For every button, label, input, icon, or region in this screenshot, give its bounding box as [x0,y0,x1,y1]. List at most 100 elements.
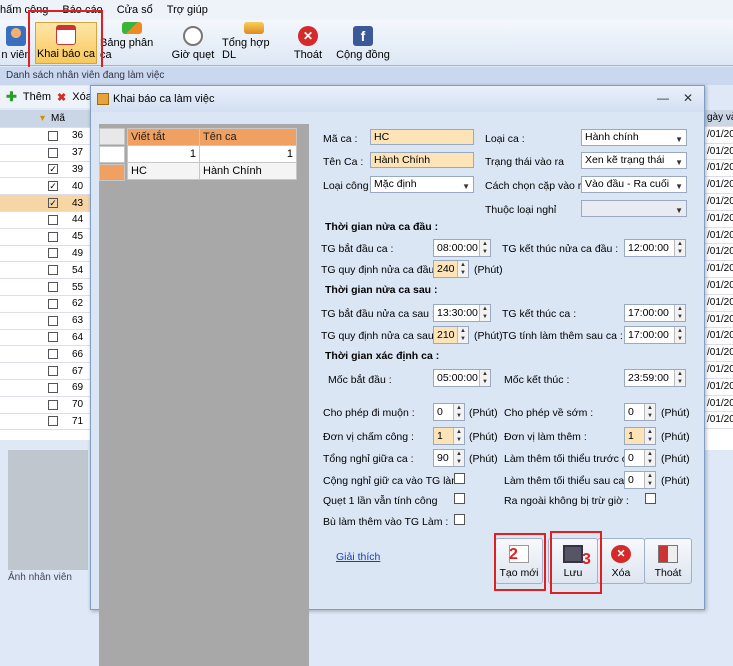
cach-chon-select[interactable]: Vào đầu - Ra cuối ▼ [581,176,687,193]
toolbar-tong-hop-dl-button[interactable]: Tổng hợp DL [222,22,286,64]
table-row[interactable]: ✓ 43 [0,195,94,212]
row-checkbox[interactable] [48,416,58,427]
table-row[interactable]: 37 [0,145,94,162]
minimize-icon[interactable]: — [657,91,669,105]
filter-cell[interactable]: 1 [127,145,200,163]
dv-lam-them-input[interactable]: 1 ▲ ▼ [624,427,656,445]
trang-thai-select[interactable]: Xen kẽ trạng thái ▼ [581,152,687,169]
table-row[interactable]: 55 [0,279,94,296]
table-row[interactable]: 66 [0,346,94,364]
tg-bd-nua-ca-sau-input[interactable]: 13:30:00 ▲ ▼ [433,304,491,322]
spinner-arrows-icon[interactable]: ▲ ▼ [453,450,464,466]
spinner-arrows-icon[interactable]: ▲ ▼ [674,327,685,343]
toolbar-cong-dong-button[interactable]: f Cộng đồng [334,22,392,64]
add-button[interactable]: Thêm [23,91,51,103]
spinner-arrows-icon[interactable]: ▲ ▼ [457,261,468,277]
table-row[interactable]: ✓ 39 [0,162,94,179]
ma-ca-input[interactable]: HC [370,129,474,145]
tg-bat-dau-ca-input[interactable]: 08:00:00 ▲ ▼ [433,239,491,257]
table-row[interactable]: 62 [0,296,94,313]
table-row[interactable]: HC Hành Chính [127,162,297,180]
col-header-ten-ca[interactable]: Tên ca [199,128,297,146]
table-row[interactable]: 71 [0,414,94,431]
toolbar-gio-quet-button[interactable]: Giờ quẹt [170,22,216,64]
row-checkbox[interactable] [48,282,58,293]
filter-dropdown-icon[interactable]: ▾ [40,113,45,124]
spinner-arrows-icon[interactable]: ▲ ▼ [674,305,685,321]
table-row[interactable]: 64 [0,330,94,347]
tg-kt-ca-input[interactable]: 17:00:00 ▲ ▼ [624,304,686,322]
table-row[interactable]: 44 [0,212,94,229]
table-row[interactable]: 36 [0,128,94,145]
giai-thich-link[interactable]: Giải thích [336,551,380,563]
toolbar-bang-phan-ca-button[interactable]: Bảng phân ca [100,22,164,64]
table-row[interactable]: 49 [0,246,94,263]
menu-tro-giup[interactable]: Trợ giúp [167,4,208,16]
loai-ca-select[interactable]: Hành chính ▼ [581,129,687,146]
xoa-button[interactable]: ✕ Xóa [597,538,645,584]
toolbar-thoat-button[interactable]: ✕ Thoát [290,22,326,64]
row-checkbox[interactable] [48,248,58,259]
tg-tinh-lam-them-input[interactable]: 17:00:00 ▲ ▼ [624,326,686,344]
spinner-arrows-icon[interactable]: ▲ ▼ [479,240,490,256]
spinner-arrows-icon[interactable]: ▲ ▼ [644,404,655,420]
row-checkbox[interactable] [48,332,58,343]
ve-som-input[interactable]: 0 ▲ ▼ [624,403,656,421]
row-checkbox[interactable] [48,315,58,326]
tg-kt-nua-ca-dau-input[interactable]: 12:00:00 ▲ ▼ [624,239,686,257]
spinner-arrows-icon[interactable]: ▲ ▼ [453,428,464,444]
table-row[interactable]: 54 [0,262,94,280]
delete-button[interactable]: Xóa [72,91,92,103]
lt-sau-ca-input[interactable]: 0 ▲ ▼ [624,471,656,489]
col-header-viet-tat[interactable]: Viết tắt [127,128,200,146]
spinner-arrows-icon[interactable]: ▲ ▼ [453,404,464,420]
moc-bd-input[interactable]: 05:00:00 ▲ ▼ [433,369,491,387]
row-checkbox[interactable] [48,349,58,360]
table-row[interactable]: 45 [0,229,94,246]
menu-cua-so[interactable]: Cửa sổ [117,4,153,16]
spinner-arrows-icon[interactable]: ▲ ▼ [644,428,655,444]
table-row[interactable]: 63 [0,313,94,330]
tg-qd-nua-ca-dau-input[interactable]: 240 ▲ ▼ [433,260,469,278]
row-checkbox[interactable] [48,147,58,158]
di-muon-input[interactable]: 0 ▲ ▼ [433,403,465,421]
spinner-arrows-icon[interactable]: ▲ ▼ [457,327,468,343]
moc-kt-input[interactable]: 23:59:00 ▲ ▼ [624,369,686,387]
spinner-arrows-icon[interactable]: ▲ ▼ [674,240,685,256]
cell-viet-tat[interactable]: HC [127,162,200,180]
row-checkbox[interactable]: ✓ [48,164,58,175]
thoat-button[interactable]: Thoát [644,538,692,584]
spinner-arrows-icon[interactable]: ▲ ▼ [479,305,490,321]
cell-ten-ca[interactable]: Hành Chính [199,162,297,180]
row-checkbox[interactable] [48,382,58,393]
row-checkbox[interactable] [48,214,58,225]
tg-qd-nua-ca-sau-input[interactable]: 210 ▲ ▼ [433,326,469,344]
ten-ca-input[interactable]: Hành Chính [370,152,474,168]
close-window-icon[interactable]: ✕ [683,91,693,105]
lt-truoc-ca-input[interactable]: 0 ▲ ▼ [624,449,656,467]
spinner-arrows-icon[interactable]: ▲ ▼ [674,370,685,386]
cong-nghi-checkbox[interactable] [454,473,465,484]
table-row[interactable]: 70 [0,397,94,414]
loai-cong-select[interactable]: Mặc định ▼ [370,176,474,193]
row-checkbox[interactable] [48,298,58,309]
row-checkbox[interactable] [48,130,58,141]
spinner-arrows-icon[interactable]: ▲ ▼ [479,370,490,386]
bu-lam-them-checkbox[interactable] [454,514,465,525]
tong-nghi-input[interactable]: 90 ▲ ▼ [433,449,465,467]
table-row[interactable]: 67 [0,363,94,380]
spinner-arrows-icon[interactable]: ▲ ▼ [644,472,655,488]
filter-cell[interactable]: 1 [199,145,297,163]
quet1-checkbox[interactable] [454,493,465,504]
row-checkbox[interactable] [48,231,58,242]
row-checkbox[interactable] [48,265,58,276]
table-row[interactable]: ✓ 40 [0,178,94,196]
ra-ngoai-checkbox[interactable] [645,493,656,504]
row-checkbox[interactable] [48,399,58,410]
row-checkbox[interactable]: ✓ [48,198,58,209]
spinner-arrows-icon[interactable]: ▲ ▼ [644,450,655,466]
row-checkbox[interactable]: ✓ [48,181,58,192]
row-checkbox[interactable] [48,366,58,377]
thuoc-loai-nghi-select[interactable]: ▼ [581,200,687,217]
dv-cham-cong-input[interactable]: 1 ▲ ▼ [433,427,465,445]
